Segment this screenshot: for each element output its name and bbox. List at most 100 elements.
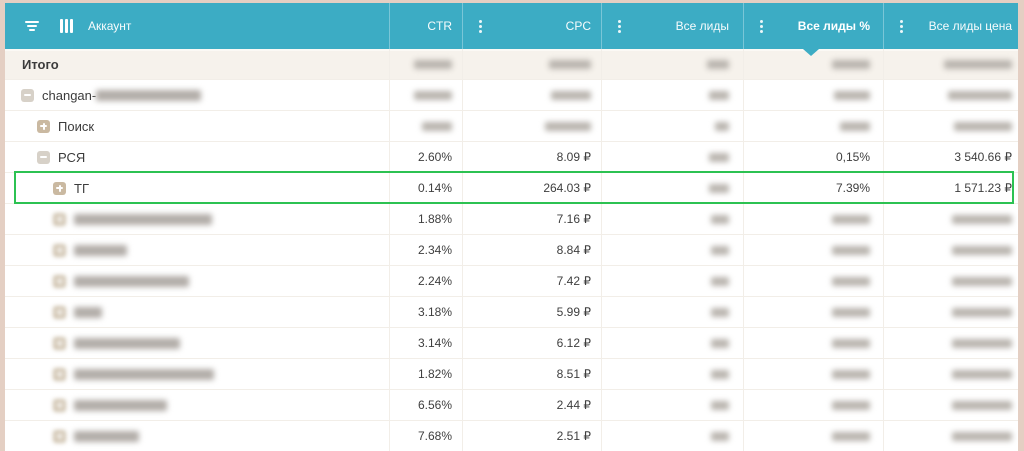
redacted-text: [952, 308, 1012, 317]
cell-ctr: [390, 111, 463, 141]
cell-leads_cost: 3 540.66 ₽: [919, 142, 1018, 172]
table-row[interactable]: 2.24%7.42 ₽: [5, 266, 1018, 297]
row-menu-cell: [744, 421, 779, 451]
cell-leads_pct: [779, 421, 884, 451]
row-menu-cell: [463, 142, 497, 172]
redacted-text: [952, 339, 1012, 348]
table-row[interactable]: 3.18% 5.99 ₽: [5, 297, 1018, 328]
redacted-text: [954, 122, 1012, 131]
tree-indent: [5, 250, 53, 251]
collapse-icon[interactable]: [21, 89, 34, 102]
row-menu-cell: [463, 266, 497, 296]
expand-icon[interactable]: [37, 120, 50, 133]
cell-cpc: [497, 49, 602, 79]
column-menu-icon[interactable]: [602, 3, 637, 49]
filter-icon[interactable]: [25, 21, 39, 31]
cell-leads_pct: [779, 204, 884, 234]
redacted-tree-icon: [53, 430, 66, 443]
redacted-text: [711, 277, 729, 286]
redacted-text: [948, 91, 1012, 100]
row-label: changan-: [42, 88, 96, 103]
kebab-menu-icon: [760, 25, 763, 28]
cell-cpc: 8.51 ₽: [497, 359, 602, 389]
redacted-tree-icon: [53, 244, 66, 257]
row-menu-cell: [884, 328, 919, 358]
table-row[interactable]: 7.68%2.51 ₽: [5, 421, 1018, 451]
cell-ctr: 1.82%: [390, 359, 463, 389]
cell-leads_pct: [779, 80, 884, 110]
redacted-text: [711, 215, 729, 224]
tree-indent: [5, 64, 22, 65]
table-row[interactable]: 1.88%7.16 ₽: [5, 204, 1018, 235]
table-row[interactable]: 3.14%6.12 ₽: [5, 328, 1018, 359]
cell-cpc: 8.84 ₽: [497, 235, 602, 265]
row-label-cell: [5, 204, 390, 234]
table-row[interactable]: РСЯ2.60%8.09 ₽0,15%3 540.66 ₽: [5, 142, 1018, 173]
row-menu-cell: [463, 390, 497, 420]
table-header: Аккаунт CTR CPC Все лиды Все лиды % Все …: [5, 3, 1018, 49]
redacted-text: [832, 246, 870, 255]
cell-leads_pct: [779, 111, 884, 141]
column-header-cpc[interactable]: CPC: [497, 3, 602, 49]
cell-leads_cost: [919, 49, 1018, 79]
report-table: Аккаунт CTR CPC Все лиды Все лиды % Все …: [5, 3, 1018, 451]
redacted-text: [709, 184, 729, 193]
tree-indent: [5, 95, 21, 96]
table-row[interactable]: 1.82% 8.51 ₽: [5, 359, 1018, 390]
column-header-leads[interactable]: Все лиды: [637, 3, 744, 49]
row-menu-cell: [884, 80, 919, 110]
table-row[interactable]: Итого: [5, 49, 1018, 80]
row-menu-cell: [602, 328, 637, 358]
table-row[interactable]: 6.56%2.44 ₽: [5, 390, 1018, 421]
row-label-cell: [5, 359, 390, 389]
expand-icon[interactable]: [53, 182, 66, 195]
row-menu-cell: [463, 173, 497, 203]
row-menu-cell: [463, 328, 497, 358]
cell-leads_pct: [779, 359, 884, 389]
redacted-text: [711, 308, 729, 317]
row-menu-cell: [602, 235, 637, 265]
cell-leads: [637, 359, 744, 389]
column-header-leads-cost[interactable]: Все лиды цена: [919, 3, 1018, 49]
column-menu-icon[interactable]: [463, 3, 497, 49]
row-menu-cell: [884, 266, 919, 296]
cell-ctr: 3.14%: [390, 328, 463, 358]
row-menu-cell: [744, 297, 779, 327]
column-header-leads-pct[interactable]: Все лиды %: [779, 3, 884, 49]
table-row[interactable]: Поиск: [5, 111, 1018, 142]
cell-leads: [637, 328, 744, 358]
redacted-text: [74, 307, 102, 318]
cell-leads: [637, 49, 744, 79]
row-menu-cell: [884, 235, 919, 265]
collapse-icon[interactable]: [37, 151, 50, 164]
row-menu-cell: [602, 204, 637, 234]
row-menu-cell: [602, 142, 637, 172]
redacted-text: [952, 401, 1012, 410]
screenshot-frame: Аккаунт CTR CPC Все лиды Все лиды % Все …: [0, 0, 1024, 451]
row-menu-cell: [884, 142, 919, 172]
table-row[interactable]: ТГ0.14%264.03 ₽7.39%1 571.23 ₽: [5, 173, 1018, 204]
redacted-text: [74, 400, 167, 411]
tree-indent: [5, 405, 53, 406]
redacted-text: [74, 369, 214, 380]
row-menu-cell: [744, 235, 779, 265]
cell-leads: [637, 111, 744, 141]
redacted-text: [832, 432, 870, 441]
cell-leads_cost: [919, 204, 1018, 234]
table-row[interactable]: changan-: [5, 80, 1018, 111]
table-row[interactable]: 2.34% 8.84 ₽: [5, 235, 1018, 266]
cell-ctr: 2.24%: [390, 266, 463, 296]
column-menu-icon[interactable]: [744, 3, 779, 49]
redacted-text: [832, 277, 870, 286]
cell-ctr: 2.34%: [390, 235, 463, 265]
column-menu-icon[interactable]: [884, 3, 919, 49]
cell-leads_cost: [919, 359, 1018, 389]
redacted-text: [414, 91, 452, 100]
cell-ctr: 3.18%: [390, 297, 463, 327]
cell-leads_pct: [779, 328, 884, 358]
cell-cpc: 5.99 ₽: [497, 297, 602, 327]
columns-icon[interactable]: [60, 19, 73, 33]
row-menu-cell: [463, 421, 497, 451]
kebab-menu-icon: [479, 25, 482, 28]
column-header-ctr[interactable]: CTR: [390, 3, 463, 49]
